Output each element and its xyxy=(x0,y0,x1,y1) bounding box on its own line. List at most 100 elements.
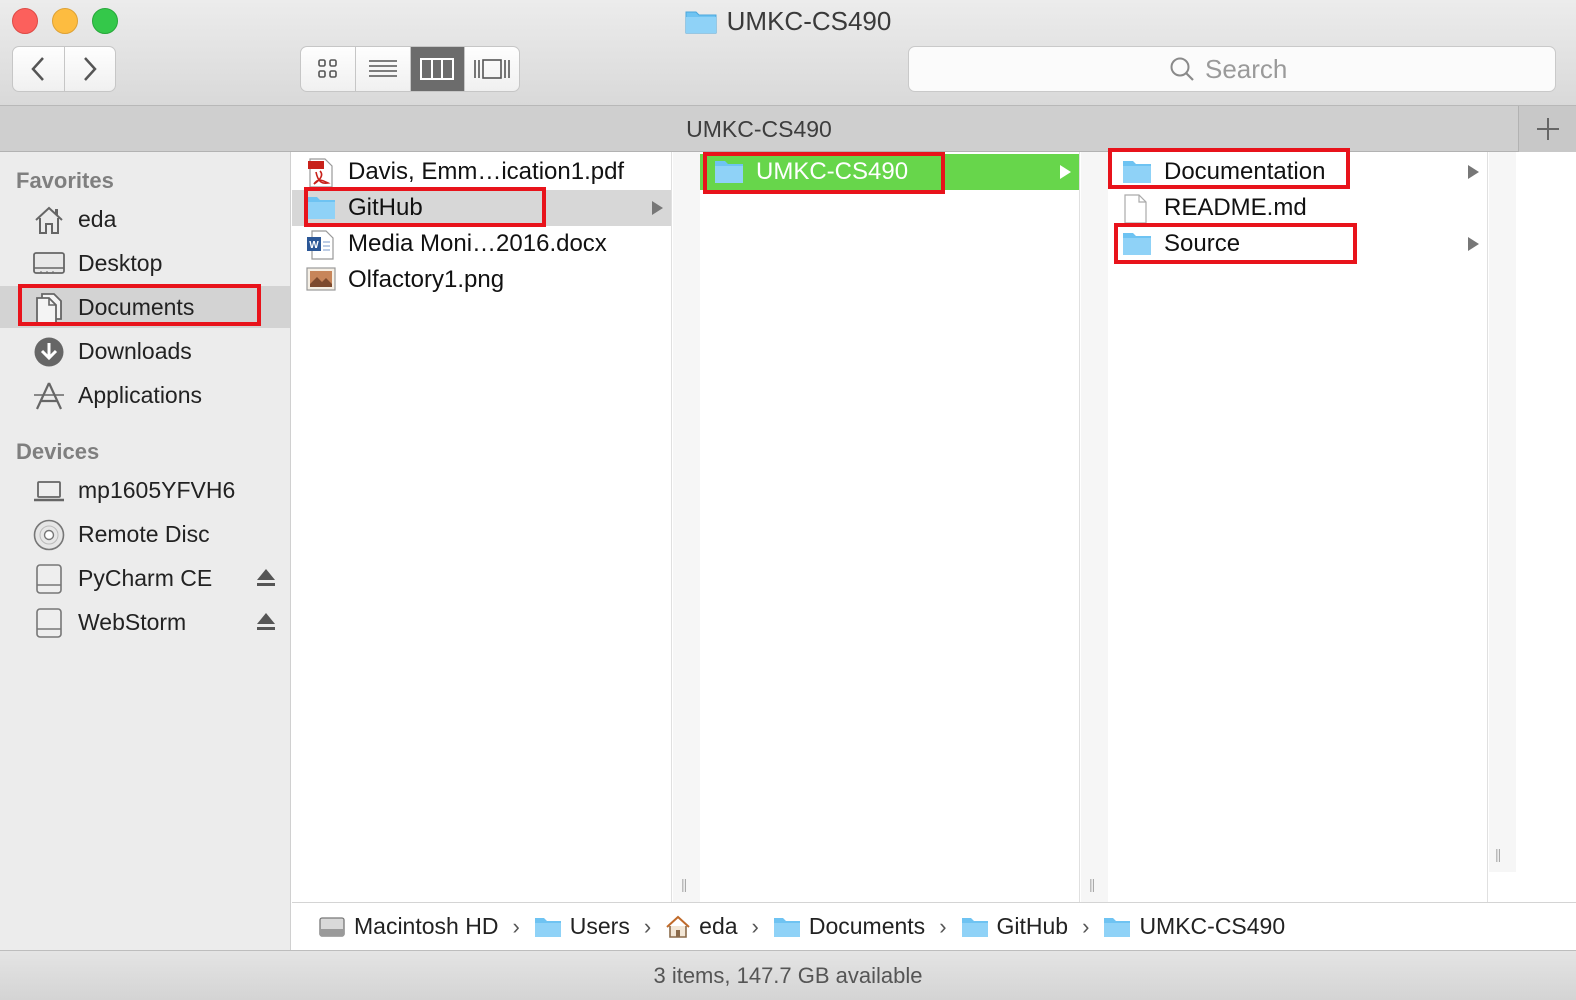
cover-flow-icon xyxy=(474,59,510,79)
folder-icon xyxy=(685,8,717,34)
sidebar-item-applications[interactable]: Applications xyxy=(0,374,290,416)
resize-handle[interactable]: || xyxy=(1495,846,1501,862)
pdf-icon xyxy=(306,158,336,188)
eject-icon[interactable] xyxy=(256,611,276,633)
back-button[interactable] xyxy=(13,47,64,91)
column-2: UMKC-CS490 xyxy=(700,152,1080,902)
sidebar-item-label: eda xyxy=(78,205,117,232)
sidebar-item-label: Remote Disc xyxy=(78,520,210,547)
column-view-button[interactable] xyxy=(409,47,465,91)
disclosure-arrow-icon xyxy=(1468,237,1479,251)
empty-column-area xyxy=(1517,152,1576,902)
disc-icon xyxy=(32,518,66,552)
window-title: UMKC-CS490 xyxy=(0,4,1576,38)
path-item-github[interactable]: GitHub xyxy=(961,913,1068,940)
file-name: Source xyxy=(1164,230,1241,257)
icon-view-button[interactable] xyxy=(301,47,355,91)
column-divider[interactable]: || xyxy=(1489,152,1516,872)
file-row-umkc-cs490[interactable]: UMKC-CS490 xyxy=(700,154,1079,190)
home-icon xyxy=(32,203,66,237)
file-row-docx[interactable]: W Media Moni…2016.docx xyxy=(292,226,671,262)
search-field[interactable] xyxy=(908,46,1556,92)
forward-button[interactable] xyxy=(63,47,116,91)
file-row-documentation[interactable]: Documentation xyxy=(1108,154,1487,190)
drive-icon xyxy=(32,606,66,640)
hard-drive-icon xyxy=(319,916,345,937)
folder-icon xyxy=(1122,230,1152,258)
sidebar-item-label: Desktop xyxy=(78,249,163,276)
view-mode-buttons xyxy=(300,46,520,92)
column-divider[interactable]: || xyxy=(1081,152,1108,902)
folder-icon xyxy=(773,917,800,937)
applications-icon xyxy=(32,379,66,413)
folder-icon xyxy=(961,917,988,937)
sidebar-item-downloads[interactable]: Downloads xyxy=(0,330,290,372)
sidebar-item-label: Downloads xyxy=(78,337,192,364)
chevron-right-icon: › xyxy=(1082,913,1090,939)
resize-handle[interactable]: || xyxy=(1089,876,1095,892)
chevron-right-icon xyxy=(83,57,97,81)
search-input[interactable] xyxy=(1205,53,1295,85)
folder-icon xyxy=(534,917,561,937)
file-name: README.md xyxy=(1164,194,1307,221)
navigation-buttons xyxy=(12,46,116,92)
path-item-label: Macintosh HD xyxy=(354,913,499,939)
sidebar: Favorites eda Desktop Documents Download… xyxy=(0,152,291,950)
file-row-github[interactable]: GitHub xyxy=(292,190,671,226)
file-row-png[interactable]: Olfactory1.png xyxy=(292,262,671,298)
disclosure-arrow-icon xyxy=(1060,165,1071,179)
sidebar-item-pycharm-ce[interactable]: PyCharm CE xyxy=(0,557,290,599)
path-item-documents[interactable]: Documents xyxy=(773,913,925,940)
resize-handle[interactable]: || xyxy=(681,876,687,892)
window-title-text: UMKC-CS490 xyxy=(726,5,892,36)
column-1: Davis, Emm…ication1.pdf GitHub W Media M… xyxy=(292,152,672,902)
eject-icon[interactable] xyxy=(256,567,276,589)
sidebar-item-documents[interactable]: Documents xyxy=(0,286,290,328)
sidebar-item-webstorm[interactable]: WebStorm xyxy=(0,601,290,643)
chevron-right-icon: › xyxy=(939,913,947,939)
downloads-icon xyxy=(32,335,66,369)
sidebar-item-desktop[interactable]: Desktop xyxy=(0,242,290,284)
cover-flow-view-button[interactable] xyxy=(464,47,519,91)
documents-icon xyxy=(32,291,66,325)
path-item-label: Users xyxy=(569,913,630,939)
file-row-source[interactable]: Source xyxy=(1108,226,1487,262)
path-item-label: Documents xyxy=(808,913,926,939)
path-item-umkc-cs490[interactable]: UMKC-CS490 xyxy=(1103,913,1285,940)
sidebar-item-mp1605yfvh6[interactable]: mp1605YFVH6 xyxy=(0,469,290,511)
column-3: Documentation README.md Source xyxy=(1108,148,1488,902)
word-doc-icon: W xyxy=(306,230,336,260)
path-item-eda[interactable]: eda xyxy=(665,913,738,940)
folder-icon xyxy=(1122,158,1152,186)
sidebar-header-favorites: Favorites xyxy=(16,168,114,193)
list-view-button[interactable] xyxy=(354,47,410,91)
file-row-readme[interactable]: README.md xyxy=(1108,190,1487,226)
path-item-users[interactable]: Users xyxy=(534,913,630,940)
chevron-left-icon xyxy=(31,57,45,81)
chevron-right-icon: › xyxy=(643,913,652,939)
disclosure-arrow-icon xyxy=(652,201,663,215)
new-tab-button[interactable] xyxy=(1518,106,1576,152)
home-icon xyxy=(666,915,690,938)
image-icon xyxy=(306,266,336,294)
sidebar-item-remote-disc[interactable]: Remote Disc xyxy=(0,513,290,555)
sidebar-item-label: WebStorm xyxy=(78,608,187,635)
path-bar: Macintosh HD › Users › eda › Documents ›… xyxy=(292,902,1576,950)
disclosure-arrow-icon xyxy=(1468,165,1479,179)
file-row-pdf[interactable]: Davis, Emm…ication1.pdf xyxy=(292,154,671,190)
path-item-macintosh-hd[interactable]: Macintosh HD xyxy=(318,913,498,940)
columns-icon xyxy=(420,58,455,80)
column-divider[interactable]: || xyxy=(673,152,700,902)
status-bar: 3 items, 147.7 GB available xyxy=(0,950,1576,1000)
sidebar-item-eda[interactable]: eda xyxy=(0,198,290,240)
sidebar-header-devices: Devices xyxy=(16,439,100,464)
list-icon xyxy=(368,60,397,77)
tab-current[interactable]: UMKC-CS490 xyxy=(0,106,1518,152)
path-item-label: eda xyxy=(699,913,738,939)
search-icon xyxy=(1170,57,1194,81)
sidebar-item-label: PyCharm CE xyxy=(78,564,213,591)
folder-icon xyxy=(714,158,744,186)
sidebar-item-label: Documents xyxy=(78,293,195,320)
chevron-right-icon: › xyxy=(751,913,759,939)
drive-icon xyxy=(32,562,66,596)
